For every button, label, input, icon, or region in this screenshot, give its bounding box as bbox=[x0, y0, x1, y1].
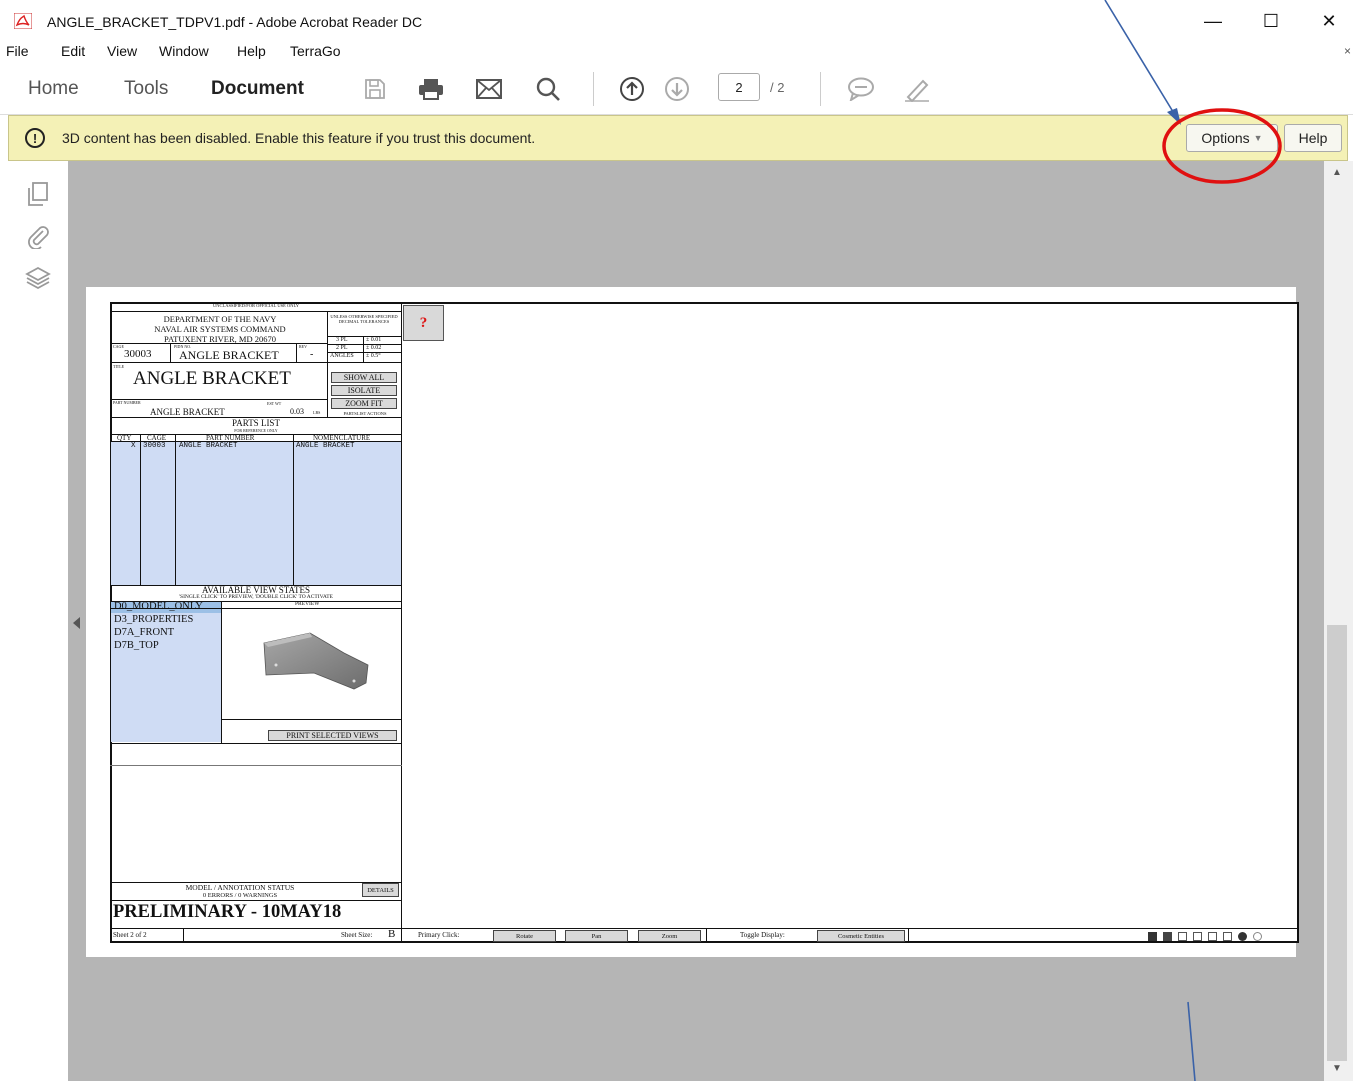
annotation-overlay bbox=[1104, 0, 1282, 1081]
callout-line bbox=[1187, 1001, 1196, 1081]
highlight-circle bbox=[1162, 108, 1282, 184]
callout-arrow-line bbox=[1104, 0, 1176, 116]
